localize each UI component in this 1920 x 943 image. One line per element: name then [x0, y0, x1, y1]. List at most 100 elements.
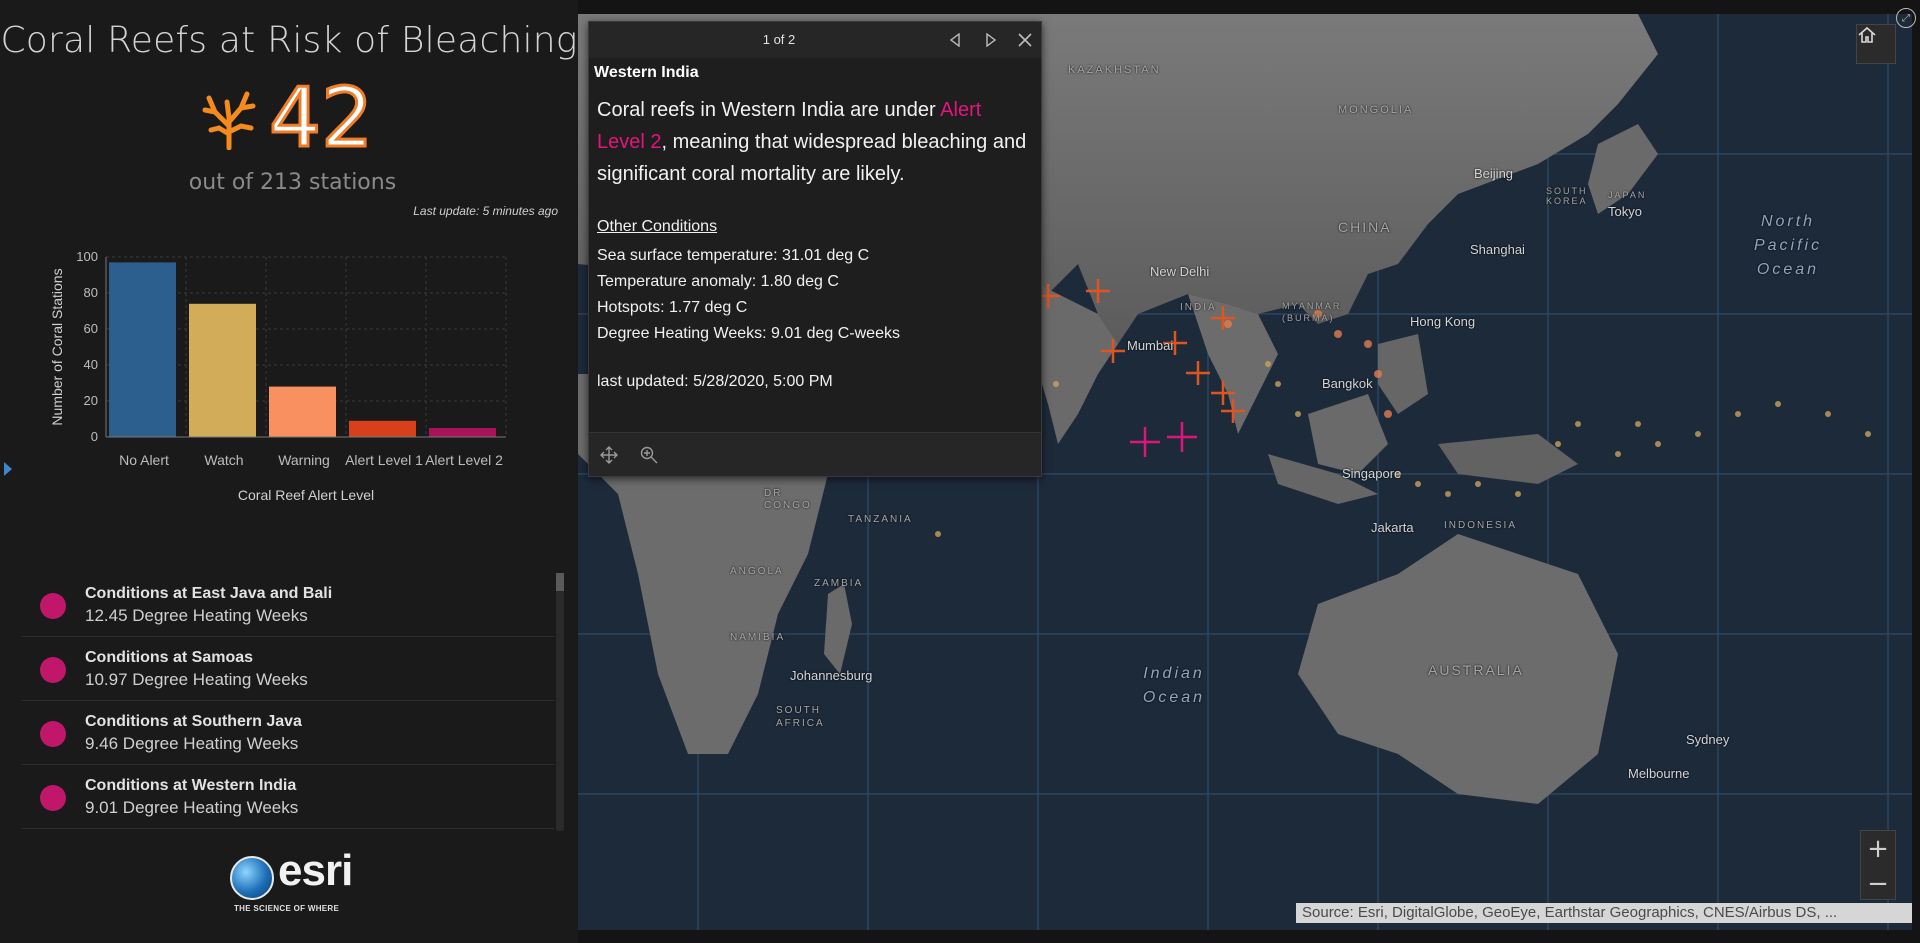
- list-item-title: Conditions at Western India: [85, 777, 297, 794]
- scroll-thumb[interactable]: [556, 573, 564, 591]
- map-label: Indian Ocean: [1142, 665, 1206, 706]
- list-item-title: Conditions at East Java and Bali: [85, 585, 333, 602]
- popup-description: Coral reefs in Western India are under A…: [597, 94, 1027, 190]
- map-label: INDIA: [1180, 302, 1217, 313]
- logo-tagline: THE SCIENCE OF WHERE: [234, 904, 340, 913]
- x-tick-label: Alert Level 1: [345, 452, 423, 468]
- close-icon: [1018, 33, 1032, 47]
- alert-dot: [40, 721, 66, 747]
- kpi-subtitle: out of 213 stations: [188, 170, 397, 195]
- bar: [269, 386, 336, 437]
- x-tick-label: Watch: [204, 452, 243, 468]
- station-list: Conditions at East Java and Bali 12.45 D…: [22, 573, 554, 831]
- map-label: North Pacific Ocean: [1753, 213, 1823, 278]
- coral-icon: [202, 91, 256, 150]
- map-label: INDONESIA: [1444, 520, 1518, 531]
- pan-to-button[interactable]: [597, 443, 621, 467]
- x-tick-label: No Alert: [119, 452, 169, 468]
- y-axis-label: Number of Coral Stations: [49, 268, 65, 425]
- chart-svg: 0 20 40 60 80 100 No Alert Watch Warning Alert Le…: [49, 249, 507, 503]
- map-label: CHINA: [1338, 219, 1392, 235]
- alert-dot: [40, 785, 66, 811]
- conditions-heading: Other Conditions: [597, 218, 718, 235]
- map-label: MYANMAR (BURMA): [1282, 301, 1342, 323]
- list-item-title: Conditions at Samoas: [85, 649, 254, 666]
- condition-sst: Sea surface temperature: 31.01 deg C: [597, 247, 870, 264]
- list-scrollbar[interactable]: [556, 573, 564, 831]
- y-tick-label: 100: [76, 249, 98, 264]
- map-label: Singapore: [1342, 466, 1402, 481]
- move-icon: [600, 446, 618, 464]
- y-tick-label: 80: [84, 285, 98, 300]
- logo-word: esri: [278, 846, 353, 895]
- list-item[interactable]: Conditions at Western India 9.01 Degree …: [22, 765, 554, 829]
- home-icon: [1858, 26, 1876, 43]
- zoom-control: + −: [1860, 830, 1896, 900]
- list-item-subtitle: 12.45 Degree Heating Weeks: [85, 606, 308, 625]
- list-item[interactable]: Conditions at Southern Java 9.46 Degree …: [22, 701, 554, 765]
- close-popup-button[interactable]: [1013, 28, 1037, 52]
- next-feature-button[interactable]: [979, 28, 1003, 52]
- bar: [349, 420, 416, 437]
- list-item-title: Conditions at Southern Java: [85, 713, 302, 730]
- zoom-out-button[interactable]: −: [1861, 866, 1895, 901]
- expand-panel-icon[interactable]: [4, 462, 12, 476]
- x-axis-label: Coral Reef Alert Level: [238, 487, 374, 503]
- map-label: Mumbai: [1127, 338, 1174, 353]
- globe-icon: [230, 856, 274, 900]
- dashboard-title: Coral Reefs at Risk of Bleaching: [0, 20, 578, 61]
- condition-anomaly: Temperature anomaly: 1.80 deg C: [597, 273, 839, 290]
- popup-header: 1 of 2: [589, 22, 1041, 58]
- alert-dot: [40, 593, 66, 619]
- kpi-value: 42: [267, 71, 374, 166]
- popup-text-before: Coral reefs in Western India are under: [597, 99, 941, 121]
- map-label: Johannesburg: [790, 668, 873, 683]
- popup-title: Western India: [594, 64, 699, 81]
- map-label: Melbourne: [1628, 766, 1690, 781]
- map-label: SOUTH AFRICA: [776, 705, 825, 729]
- map-label: SOUTH KOREA: [1546, 186, 1588, 206]
- left-panel: Coral Reefs at Risk of Bleaching 42 out …: [0, 0, 578, 943]
- map-attribution[interactable]: Source: Esri, DigitalGlobe, GeoEye, Eart…: [1296, 903, 1912, 923]
- list-item[interactable]: Conditions at Samoas 10.97 Degree Heatin…: [22, 637, 554, 701]
- popup-last-updated: last updated: 5/28/2020, 5:00 PM: [597, 373, 833, 390]
- chevron-right-icon: [986, 33, 997, 47]
- last-update: Last update: 5 minutes ago: [413, 204, 558, 218]
- alert-dot: [40, 657, 66, 683]
- map-label: KAZAKHSTAN: [1068, 64, 1161, 76]
- map-label: Bangkok: [1322, 376, 1373, 391]
- map-label: AUSTRALIA: [1428, 662, 1524, 678]
- zoom-in-button[interactable]: +: [1861, 831, 1895, 866]
- popup-text-after: , meaning that widespread bleaching and …: [597, 131, 1027, 185]
- list-item[interactable]: Conditions at East Java and Bali 12.45 D…: [22, 573, 554, 637]
- esri-logo: esri THE SCIENCE OF WHERE: [228, 846, 358, 914]
- bar: [429, 428, 496, 437]
- previous-feature-button[interactable]: [943, 28, 967, 52]
- popup-footer: [589, 432, 1041, 476]
- map-label: TANZANIA: [848, 514, 913, 525]
- dashboard-app: Coral Reefs at Risk of Bleaching 42 out …: [0, 0, 1920, 943]
- alert-level-chart: 0 20 40 60 80 100 No Alert Watch Warning Alert Le…: [40, 245, 540, 545]
- feature-popup: 1 of 2 Western India Coral reefs in West…: [588, 21, 1042, 477]
- map-label: DR CONGO: [764, 488, 812, 511]
- map-label: Tokyo: [1608, 204, 1642, 219]
- map-label: New Delhi: [1150, 264, 1210, 279]
- map-label: Shanghai: [1470, 242, 1525, 257]
- condition-hotspots: Hotspots: 1.77 deg C: [597, 299, 748, 316]
- conditions-list: Sea surface temperature: 31.01 deg C Tem…: [597, 243, 900, 347]
- map-label: Sydney: [1686, 732, 1730, 747]
- fullscreen-icon[interactable]: ⤢: [1896, 8, 1916, 28]
- zoom-to-button[interactable]: [637, 443, 661, 467]
- home-button[interactable]: [1856, 24, 1896, 64]
- list-item-subtitle: 10.97 Degree Heating Weeks: [85, 670, 308, 689]
- y-tick-label: 40: [84, 357, 98, 372]
- map-label: Jakarta: [1371, 520, 1414, 535]
- x-tick-label: Warning: [278, 452, 330, 468]
- map-label: Beijing: [1474, 166, 1514, 181]
- map-label: ZAMBIA: [814, 578, 864, 589]
- y-tick-label: 0: [91, 429, 98, 444]
- list-item-subtitle: 9.46 Degree Heating Weeks: [85, 734, 299, 753]
- bar: [189, 303, 256, 437]
- y-tick-label: 20: [84, 393, 98, 408]
- condition-dhw: Degree Heating Weeks: 9.01 deg C-weeks: [597, 325, 900, 342]
